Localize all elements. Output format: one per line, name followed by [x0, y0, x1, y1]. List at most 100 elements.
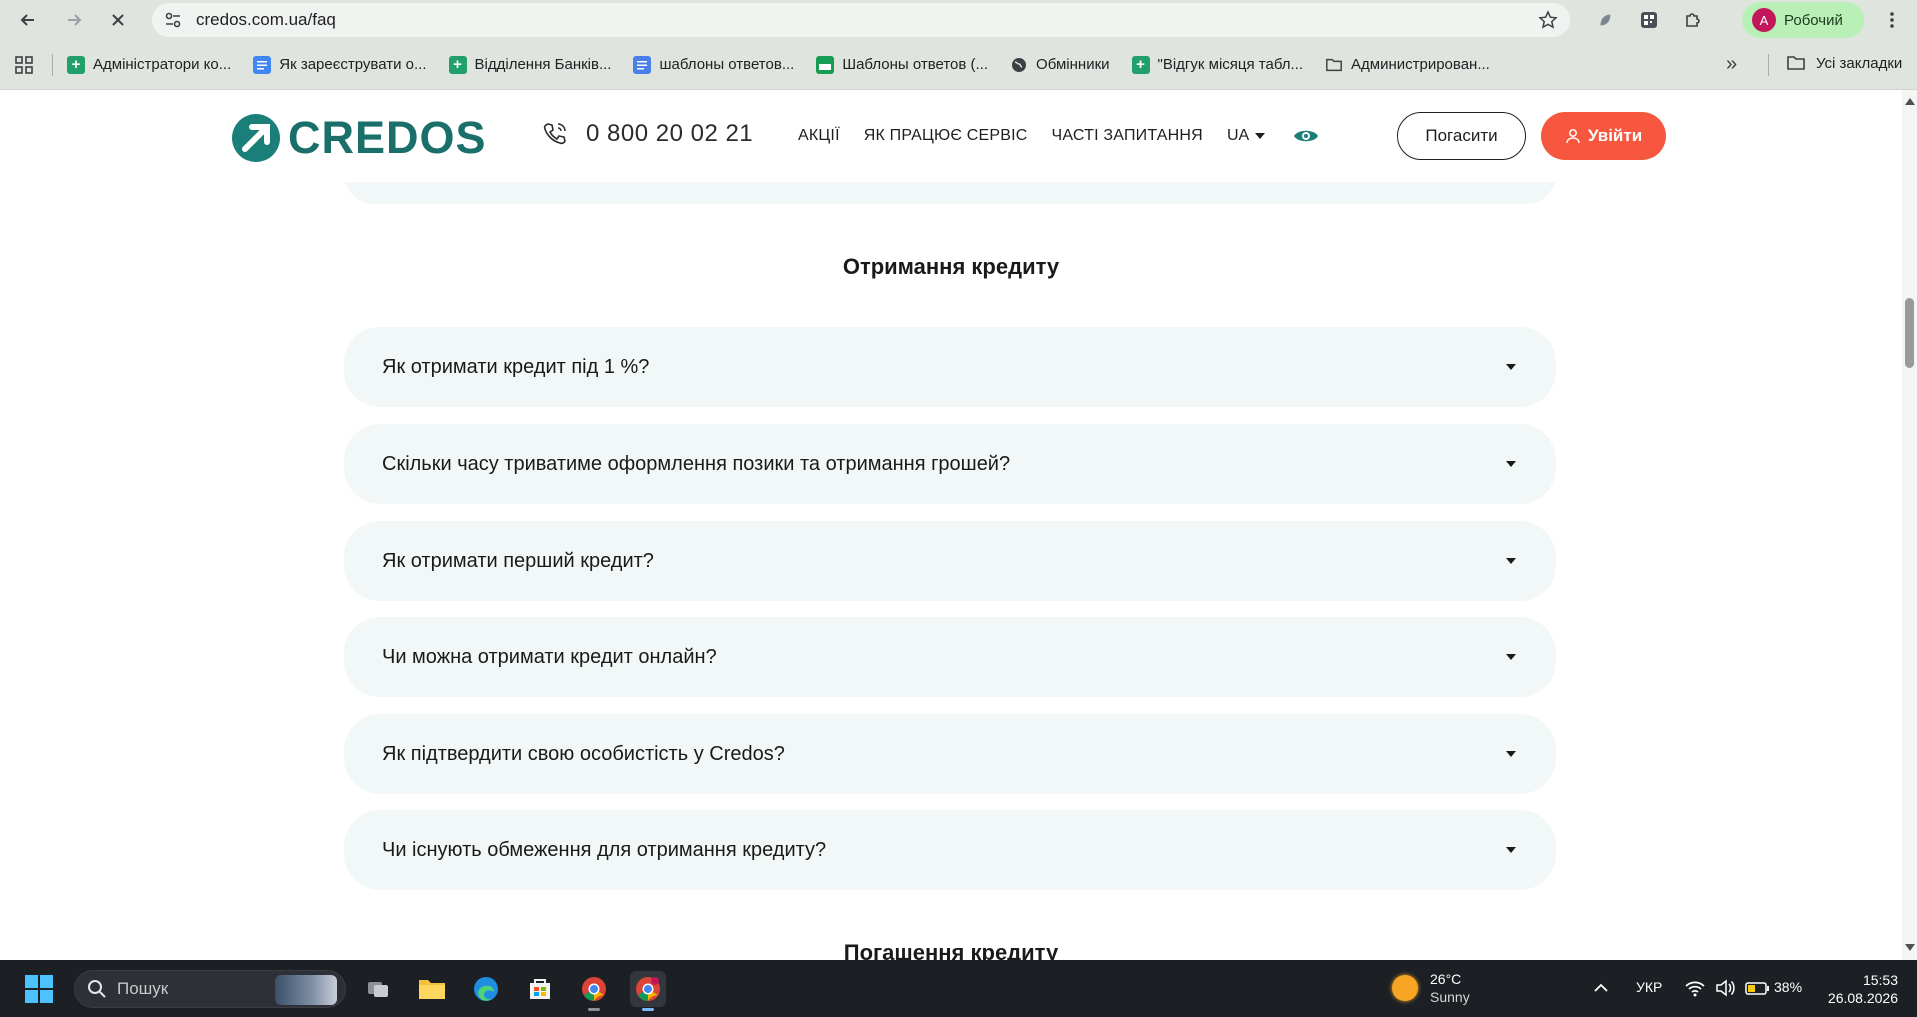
site-settings-icon[interactable]	[164, 11, 182, 29]
close-icon	[112, 14, 124, 26]
nav-how-it-works[interactable]: ЯК ПРАЦЮЄ СЕРВІС	[864, 127, 1028, 145]
sun-icon	[1392, 975, 1418, 1001]
forward-button[interactable]	[56, 2, 92, 38]
more-bookmarks-icon[interactable]: »	[1726, 53, 1748, 75]
bookmark-label: Відділення Банків...	[474, 56, 612, 73]
weather-temp: 26°C	[1430, 971, 1462, 987]
bookmark-item[interactable]: Як зареєструвати о...	[253, 50, 427, 80]
faq-item[interactable]: Чи існують обмеження для отримання креди…	[344, 810, 1556, 890]
system-clock[interactable]: 15:53 26.08.2026	[1826, 971, 1898, 1007]
scroll-up-icon[interactable]	[1905, 98, 1915, 105]
phone-link[interactable]: 0 800 20 02 21	[542, 120, 753, 148]
file-explorer-icon[interactable]	[414, 971, 450, 1007]
arrow-right-icon	[68, 14, 82, 26]
bookmark-label: Администрирован...	[1351, 56, 1490, 73]
faq-question: Як отримати перший кредит?	[382, 549, 654, 572]
browser-menu-icon[interactable]	[1880, 8, 1904, 32]
bookmark-label: Адміністратори ко...	[93, 56, 232, 73]
docs-icon	[633, 55, 652, 74]
sheets-icon: +	[1131, 55, 1150, 74]
wifi-icon[interactable]	[1684, 978, 1706, 998]
input-language[interactable]: УКР	[1636, 979, 1662, 995]
windows-taskbar: Пошук 26°C Sunny УКР 38% 15:53 26.08.202…	[0, 960, 1917, 1017]
windows-start-icon[interactable]	[25, 975, 53, 1003]
profile-button[interactable]: A Робочий	[1742, 2, 1864, 38]
login-label: Увійти	[1587, 126, 1643, 145]
faq-item[interactable]: Як отримати перший кредит?	[344, 521, 1556, 601]
bookmark-label: шаблоны ответов...	[659, 56, 795, 73]
edge-icon[interactable]	[468, 971, 504, 1007]
faq-question: Скільки часу триватиме оформлення позики…	[382, 452, 1011, 475]
faq-item[interactable]: Чи можна отримати кредит онлайн?	[344, 617, 1556, 697]
clock-date: 26.08.2026	[1827, 990, 1898, 1006]
phone-icon	[543, 123, 566, 145]
bookmark-star-icon[interactable]	[1538, 10, 1558, 30]
language-selector[interactable]: UA	[1226, 127, 1266, 145]
chevron-down-icon	[1506, 847, 1516, 853]
docs-icon	[253, 55, 272, 74]
address-bar[interactable]: credos.com.ua/faq	[152, 3, 1570, 37]
chevron-down-icon	[1255, 133, 1266, 139]
bookmark-label: Як зареєструвати о...	[279, 56, 427, 73]
bookmarks-separator	[52, 53, 53, 76]
faq-question: Як підтвердити свою особистість у Credos…	[382, 742, 785, 765]
chevron-up-icon[interactable]	[1590, 978, 1612, 998]
extension-qr-icon[interactable]	[1634, 5, 1664, 35]
faq-question: Як отримати кредит під 1 %?	[382, 355, 650, 378]
page-viewport: CREDOS 0 800 20 02 21 АКЦІЇ ЯК ПРАЦЮЄ СЕ…	[0, 90, 1902, 960]
browser-chrome: credos.com.ua/faq A Робочий + Адміністра…	[0, 0, 1917, 90]
search-highlight-image	[275, 975, 337, 1005]
chrome-profile-icon[interactable]	[630, 971, 666, 1011]
volume-icon[interactable]	[1714, 978, 1736, 998]
chevron-down-icon	[1506, 364, 1516, 370]
eye-icon[interactable]	[1293, 126, 1319, 146]
bookmark-item[interactable]: Шаблоны ответов (...	[816, 50, 988, 80]
bookmark-item[interactable]: Обмінники	[1010, 50, 1110, 80]
language-label: UA	[1226, 127, 1250, 144]
scroll-down-icon[interactable]	[1905, 944, 1915, 951]
extensions-puzzle-icon[interactable]	[1678, 5, 1708, 35]
all-bookmarks-label: Усі закладки	[1816, 54, 1903, 72]
arrow-left-icon	[20, 14, 34, 26]
faq-item[interactable]: Як підтвердити свою особистість у Credos…	[344, 714, 1556, 794]
phone-number: 0 800 20 02 21	[586, 120, 754, 147]
profile-name: Робочий	[1784, 11, 1843, 29]
nav-faq[interactable]: ЧАСТІ ЗАПИТАННЯ	[1052, 127, 1203, 145]
task-view-icon[interactable]	[360, 971, 396, 1007]
taskbar-search[interactable]: Пошук	[74, 970, 346, 1008]
weather-widget[interactable]: 26°C Sunny	[1392, 970, 1470, 1006]
extension-leaf-icon[interactable]	[1590, 5, 1620, 35]
apps-grid-icon[interactable]	[14, 55, 34, 75]
faq-item[interactable]: Як отримати кредит під 1 %?	[344, 327, 1556, 407]
app-active-indicator	[642, 1008, 654, 1011]
bookmark-label: Шаблоны ответов (...	[842, 56, 989, 73]
bookmark-label: "Відгук місяця табл...	[1157, 56, 1303, 73]
login-button[interactable]: Увійти	[1541, 112, 1666, 160]
chevron-down-icon	[1506, 654, 1516, 660]
bookmark-item[interactable]: + Відділення Банків...	[448, 50, 612, 80]
microsoft-store-icon[interactable]	[522, 971, 558, 1007]
weather-condition: Sunny	[1430, 989, 1470, 1005]
clock-time: 15:53	[1862, 972, 1898, 988]
all-bookmarks-button[interactable]: Усі закладки	[1786, 48, 1902, 78]
url-text[interactable]: credos.com.ua/faq	[196, 10, 336, 30]
logo-arrow-icon	[232, 114, 280, 162]
slides-icon	[816, 55, 835, 74]
logo-text: CREDOS	[288, 112, 487, 163]
browser-toolbar: credos.com.ua/faq A Робочий	[0, 0, 1917, 40]
page-scrollbar[interactable]	[1902, 90, 1917, 960]
bookmark-item[interactable]: Администрирован...	[1325, 50, 1490, 80]
bookmark-item[interactable]: + Адміністратори ко...	[67, 50, 231, 80]
scrollbar-thumb[interactable]	[1905, 298, 1914, 368]
bookmark-item[interactable]: шаблоны ответов...	[633, 50, 794, 80]
repay-button[interactable]: Погасити	[1397, 112, 1526, 160]
back-button[interactable]	[10, 2, 46, 38]
bookmark-item[interactable]: + "Відгук місяця табл...	[1131, 50, 1303, 80]
faq-item[interactable]: Скільки часу триватиме оформлення позики…	[344, 424, 1556, 504]
credos-logo[interactable]: CREDOS	[232, 112, 487, 164]
nav-promotions[interactable]: АКЦІЇ	[798, 127, 840, 145]
main-nav: АКЦІЇ ЯК ПРАЦЮЄ СЕРВІС ЧАСТІ ЗАПИТАННЯ U…	[798, 126, 1319, 146]
chrome-icon[interactable]	[576, 971, 612, 1011]
stop-loading-button[interactable]	[100, 2, 136, 38]
battery-icon[interactable]	[1744, 978, 1770, 998]
